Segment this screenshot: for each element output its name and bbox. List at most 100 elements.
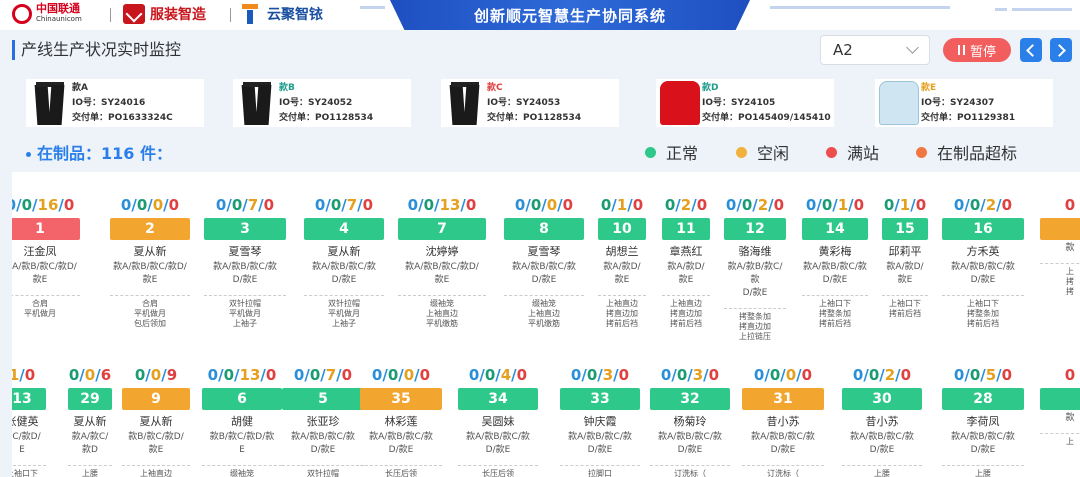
style-card[interactable]: 款B IO号：SY24052 交付单：PO1128534 xyxy=(233,79,411,127)
count-value: 0 xyxy=(1001,196,1013,214)
count-value: 0 xyxy=(1064,196,1076,214)
station-card[interactable]: 0/0/7/0 4 夏从新 款A/款B/款C/款 D/款E 双针拉帽 平机做月 上袖子 xyxy=(304,196,384,329)
count-value: 0 xyxy=(362,196,374,214)
station-styles: 款A/款B/款C/款 D/款E xyxy=(560,431,640,457)
operation-line: 双针拉帽 xyxy=(229,299,261,308)
station-styles: 款B/款C/款D/款E xyxy=(202,431,282,457)
count-value: 0 xyxy=(136,196,148,214)
station-styles: 款A/款B/款C/款 D/款E xyxy=(942,261,1024,287)
count-value: 9 xyxy=(166,366,178,384)
operation-line: 上腰 xyxy=(82,469,98,477)
count-value: 0 xyxy=(741,196,753,214)
station-styles: 款A/款B/款C/款 D/款E xyxy=(458,431,538,457)
station-card[interactable]: 0/0/4/0 34 吴圆妹款A/款B/款C/款 D/款E 长压后领拉脚口 xyxy=(458,366,538,477)
count-value: 0 xyxy=(263,196,275,214)
operation-line: 上腰 xyxy=(975,469,991,477)
style-card[interactable]: 款D IO号：SY24105 交付单：PO145409/145410 xyxy=(656,79,834,127)
operation-line: 上袖直边 xyxy=(140,469,172,477)
operation-line: 拉脚口 xyxy=(588,469,612,477)
station-card[interactable]: 0/0/1/0 14 黄彩梅 款A/款B/款C/款 D/款E 上袖口下 拷整条加 拷前后裆 xyxy=(802,196,868,329)
yj-logo: 云聚智铱 xyxy=(240,4,323,24)
station-style-line: 款E xyxy=(678,275,694,285)
legend-label: 空闲 xyxy=(757,144,790,163)
station-operations: 长压后领拉脚口 xyxy=(458,465,538,477)
station-operations: 上袖口下 拷前后裆 xyxy=(882,295,928,319)
count-value: 0 xyxy=(664,196,676,214)
station-style-line: D/款E xyxy=(587,445,613,455)
worker-name: 章燕红 xyxy=(669,245,703,258)
station-style-line: 款A/款B/款C/款 xyxy=(727,262,783,285)
station-card[interactable]: 0/0/5/0 28 李荷凤款A/款B/款C/款 D/款E 上腰上帽子 xyxy=(942,366,1024,477)
station-card[interactable]: 0/1/0 15 邱莉平 款A/款D/款E 上袖口下 拷前后裆 xyxy=(882,196,928,319)
line-select[interactable]: A2 xyxy=(820,35,930,65)
station-card[interactable]: 0/0/3/0 32 杨菊玲款A/款B/款C/款 D/款E 订洗标（长埃后档 xyxy=(650,366,730,477)
station-number: 2 xyxy=(110,218,190,240)
worker-name: 邱莉平 xyxy=(888,245,922,258)
style-card[interactable]: 款E IO号：SY24307 交付单：PO1129381 xyxy=(875,79,1053,127)
count-value: 0 xyxy=(150,366,162,384)
station-card[interactable]: 0/0/16/0 1 汪金凤款A/款B/款C/款D/款E 合肩平机做月 xyxy=(12,196,80,319)
station-card[interactable]: 0/0/7/0 3 夏雪琴 款A/款B/款C/款 D/款E 双针拉帽 平机做月 上袖子 xyxy=(204,196,286,329)
station-card[interactable]: 0 款上拷拷 xyxy=(1040,196,1080,297)
count-value: 0 xyxy=(632,196,644,214)
count-value: 0 xyxy=(293,366,305,384)
station-card[interactable]: 0/0/7/0 5 张亚珍款A/款B/款C/款 D/款E 双针拉帽平机做月 xyxy=(282,366,364,477)
station-card[interactable]: 0/0/0/0 35 林彩莲款A/款B/款C/款 D/款E 长压后领拉脚口 xyxy=(360,366,442,477)
station-operations: 双针拉帽 平机做月 上袖子 xyxy=(204,295,286,329)
count-value: 0 xyxy=(134,366,146,384)
style-card[interactable]: 款A IO号：SY24016 交付单：PO1633324C xyxy=(26,79,204,127)
station-card[interactable]: 0/0/13/0 6 胡健款B/款C/款D/款 E 缀袖笼上袖直边 xyxy=(202,366,282,477)
station-counts: 0/0/0/0 xyxy=(504,196,584,214)
worker-name: 昔小苏 xyxy=(865,415,899,428)
station-style-line: 款 xyxy=(1065,243,1075,253)
legend-dot-icon xyxy=(916,146,927,158)
station-styles: 款A/款D/款E xyxy=(598,261,646,287)
station-style-line: D/款E xyxy=(331,275,357,285)
count-value: 0 xyxy=(562,196,574,214)
station-style-line: 款E xyxy=(897,275,913,285)
operation-line: 上袖直边 xyxy=(528,309,560,318)
operation-line: 拷整条加 xyxy=(819,309,851,318)
station-card[interactable]: 0/0/99夏从新款B/款C/款D/款E上袖直边拷直边加 xyxy=(122,366,190,477)
station-number: 28 xyxy=(942,388,1024,410)
pause-button[interactable]: 暂停 xyxy=(943,38,1011,62)
station-card[interactable]: 0 款上 xyxy=(1040,366,1080,447)
station-style-line: 款A/款D/ xyxy=(603,262,641,272)
style-io: IO号：SY24053 xyxy=(487,98,561,108)
worker-name: 胡健 xyxy=(231,415,253,428)
count-value: 0 xyxy=(465,196,477,214)
style-name: 款A xyxy=(72,83,88,93)
prev-button[interactable] xyxy=(1020,38,1042,62)
station-card[interactable]: 0/0/2/0 30 昔小苏款A/款B/款C/款 D/款E 上腰订洗标（ xyxy=(842,366,922,477)
operation-line: 上 xyxy=(1066,267,1074,276)
count-value: 0 xyxy=(330,196,342,214)
station-number: 4 xyxy=(304,218,384,240)
station-card[interactable]: 0/0/0/0 8 夏雪琴 款A/款B/款C/款 D/款E 缀袖笼 上袖直边 平机缴筋 xyxy=(504,196,584,329)
station-card[interactable]: 0/0/13/0 7 沈婷婷 款A/款B/款C/款D/款E 缀袖笼 上袖直边 平机缴筋 xyxy=(398,196,486,329)
station-style-line: 款E xyxy=(32,275,48,285)
station-style-line: 款D xyxy=(82,445,98,455)
station-card[interactable]: 1/0 13 张健英款C/款D/E 上袖口下拷整条加 xyxy=(12,366,46,477)
station-style-line: 款A/款B/款C/款 xyxy=(466,432,530,442)
station-card[interactable]: 0/0/3/0 33 钟庆霞款A/款B/款C/款 D/款E 拉脚口订洗标（ xyxy=(560,366,640,477)
station-card[interactable]: 0/1/0 10 胡想兰 款A/款D/款E 上袖直边 拷直边加 拷前后裆 xyxy=(598,196,646,329)
station-counts: 0/0/16/0 xyxy=(12,196,80,214)
count-value: 13 xyxy=(439,196,461,214)
station-operations: 上腰上帽子 xyxy=(68,465,112,477)
style-card[interactable]: 款C IO号：SY24053 交付单：PO1128534 xyxy=(441,79,619,127)
station-card[interactable]: 0/0/0/0 2 夏从新 款A/款B/款C/款D/款E 合肩 平机做月 包后领加 xyxy=(110,196,190,329)
station-card[interactable]: 0/0/6 29 夏从新款A/款C/款D 上腰上帽子 xyxy=(68,366,112,477)
station-card[interactable]: 0/0/2/0 12 骆海维 款A/款B/款C/款 D/款E 拷整条加 拷直边加 上拉链压 xyxy=(724,196,786,342)
count-value: 7 xyxy=(247,196,259,214)
legend-label: 正常 xyxy=(666,144,699,163)
count-value: 0 xyxy=(309,366,321,384)
station-styles: 款B/款C/款D/款E xyxy=(122,431,190,457)
station-card[interactable]: 0/2/0 11 章燕红 款A/款D/款E 上袖直边 拷直边加 拷前后裆 xyxy=(662,196,710,329)
next-button[interactable] xyxy=(1050,38,1072,62)
operation-line: 上袖口下 xyxy=(12,469,38,477)
station-card[interactable]: 0/0/2/0 16 方禾英 款A/款B/款C/款 D/款E 上袖口下 拷整条加 拷前后裆 xyxy=(942,196,1024,329)
station-card[interactable]: 0/0/0/0 31 昔小苏款A/款B/款C/款 D/款E 订洗标（长埃后档 xyxy=(742,366,824,477)
station-style-line: D/款E xyxy=(869,445,895,455)
station-number: 34 xyxy=(458,388,538,410)
header-decoration xyxy=(770,6,950,9)
